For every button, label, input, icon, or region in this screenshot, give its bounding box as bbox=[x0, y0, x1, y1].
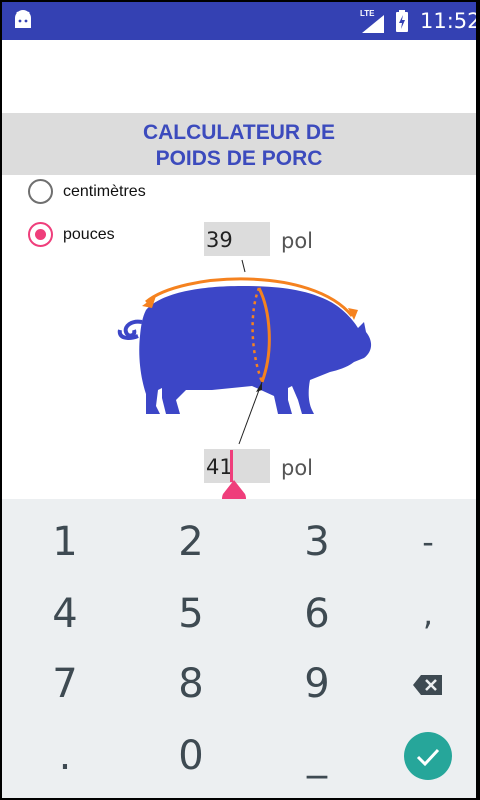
radio-centimetres[interactable]: centimètres bbox=[28, 179, 146, 204]
key-9[interactable]: 9 bbox=[262, 649, 372, 719]
text-cursor bbox=[230, 450, 233, 482]
android-icon bbox=[15, 10, 31, 28]
radio-label-pouces: pouces bbox=[63, 225, 115, 243]
key-backspace[interactable] bbox=[373, 649, 476, 719]
key-2[interactable]: 2 bbox=[136, 507, 246, 577]
app-screen: LTE 11:52 CALCULATEUR DE POIDS DE PORC c… bbox=[2, 2, 476, 798]
length-pointer bbox=[241, 259, 246, 273]
key-minus[interactable]: - bbox=[373, 507, 476, 577]
numeric-keyboard: 1 2 3 - 4 5 6 , 7 8 9 . 0 _ bbox=[2, 499, 476, 798]
page-title: CALCULATEUR DE POIDS DE PORC bbox=[2, 120, 476, 172]
key-6[interactable]: 6 bbox=[262, 579, 372, 649]
radio-label-centimetres: centimètres bbox=[63, 182, 146, 200]
girth-input[interactable]: 41 bbox=[204, 449, 270, 483]
enter-button[interactable] bbox=[404, 732, 452, 780]
pig-silhouette bbox=[117, 286, 372, 414]
radio-button-unchecked[interactable] bbox=[28, 179, 53, 204]
key-period[interactable]: . bbox=[10, 721, 120, 791]
status-bar: LTE 11:52 bbox=[2, 2, 476, 40]
radio-button-checked[interactable] bbox=[28, 222, 53, 247]
key-space[interactable]: _ bbox=[262, 721, 372, 791]
check-icon bbox=[416, 748, 440, 767]
key-8[interactable]: 8 bbox=[136, 649, 246, 719]
key-7[interactable]: 7 bbox=[10, 649, 120, 719]
pig-diagram bbox=[117, 259, 372, 445]
backspace-icon bbox=[413, 675, 442, 695]
title-line-2: POIDS DE PORC bbox=[155, 147, 323, 170]
network-label: LTE bbox=[360, 9, 375, 18]
key-5[interactable]: 5 bbox=[136, 579, 246, 649]
key-comma[interactable]: , bbox=[373, 579, 476, 649]
lte-signal-icon: LTE bbox=[360, 9, 386, 33]
key-0[interactable]: 0 bbox=[136, 721, 246, 791]
radio-pouces[interactable]: pouces bbox=[28, 222, 115, 247]
key-1[interactable]: 1 bbox=[10, 507, 120, 577]
key-4[interactable]: 4 bbox=[10, 579, 120, 649]
girth-unit-label: pol bbox=[281, 456, 314, 480]
key-3[interactable]: 3 bbox=[262, 507, 372, 577]
title-line-1: CALCULATEUR DE bbox=[142, 121, 336, 144]
girth-pointer bbox=[238, 381, 263, 445]
battery-charging-icon bbox=[396, 10, 408, 32]
title-banner: CALCULATEUR DE POIDS DE PORC bbox=[2, 113, 476, 175]
status-time: 11:52 bbox=[420, 9, 476, 33]
